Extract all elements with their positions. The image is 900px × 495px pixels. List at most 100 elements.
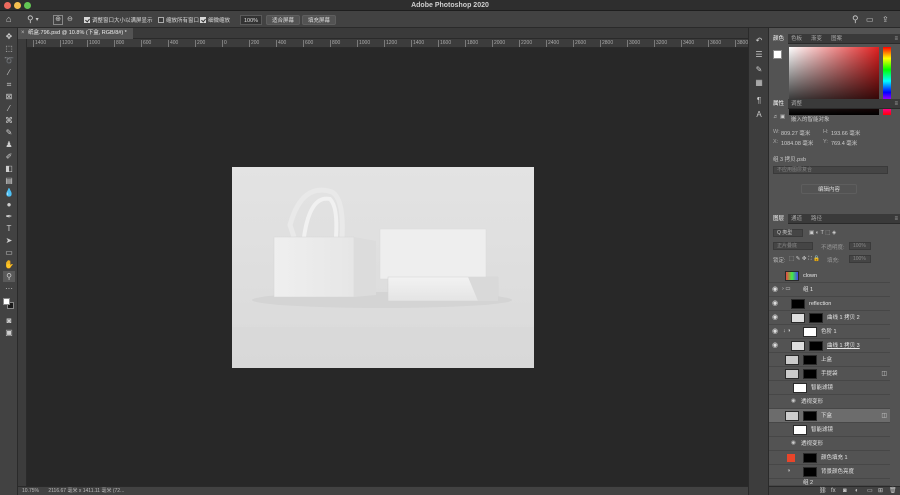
layer-comp-select[interactable]: 不应用图层复合 [773,166,888,174]
tab-color[interactable]: 颜色 [769,34,789,44]
brush-settings-button[interactable]: ✎ [754,65,764,75]
move-tool[interactable]: ✥ [3,31,15,42]
blend-mode-select[interactable]: 正片叠底 [773,242,813,250]
swatches-button[interactable]: ▦ [754,78,764,88]
rectangle-tool[interactable]: ▭ [3,247,15,258]
layer-row[interactable]: ◉ ↓ ◑ 色阶 1 [769,325,890,339]
share-button[interactable]: ⇪ [882,14,889,25]
layer-row[interactable]: 手提袋 ◫ [769,367,890,381]
foreground-color-swatch[interactable] [3,298,10,305]
layer-row[interactable]: clown [769,269,890,283]
home-button[interactable]: ⌂ [6,14,11,25]
quick-mask-button[interactable]: ◙ [3,315,15,326]
new-group-icon[interactable]: ▭ [867,487,873,495]
tab-adjustments[interactable]: 调整 [787,99,806,109]
canvas-area[interactable] [27,48,748,486]
filter-eye-icon[interactable]: ◉ [791,440,796,446]
edit-contents-button[interactable]: 编辑内容 [801,184,857,194]
tab-gradients[interactable]: 渐变 [807,34,826,44]
properties-panel-button[interactable]: ☰ [754,50,764,60]
zoom-tool[interactable]: ⚲ [3,271,15,282]
zoom-in-button[interactable]: ⊕ [53,14,63,25]
tab-paths[interactable]: 路径 [807,214,826,224]
scrubby-zoom-checkbox[interactable]: 细微缩放 [200,14,230,25]
visibility-eye-icon[interactable]: ◉ [771,328,779,336]
lock-icons[interactable]: ⬚ ✎ ✥ ⛶ 🔒 [789,256,820,263]
history-panel-button[interactable]: ↶ [754,36,764,46]
pen-tool[interactable]: ✒ [3,211,15,222]
fx-icon[interactable]: fx [831,487,836,495]
eyedropper-tool[interactable]: ⁄ [3,103,15,114]
adjustment-layer-icon[interactable]: ◐ [855,487,859,495]
width-value[interactable]: 809.27 毫米 [781,129,810,137]
layer-row[interactable]: ◉ reflection [769,297,890,311]
fill-screen-button[interactable]: 填充屏幕 [302,14,337,25]
document-canvas[interactable] [232,167,534,368]
clone-stamp-tool[interactable]: ♟ [3,139,15,150]
hand-tool[interactable]: ✋ [3,259,15,270]
tab-channels[interactable]: 通道 [787,214,806,224]
link-layers-icon[interactable]: ⛓ [819,487,827,495]
character-button[interactable]: A [754,110,764,120]
vertical-ruler[interactable] [18,39,27,486]
color-swatches[interactable] [3,298,15,309]
layer-row[interactable]: 上盒 [769,353,890,367]
layer-filter-select[interactable]: Q 类型 [773,229,803,237]
layer-row[interactable]: ◉ 曲线 1 拷贝 2 [769,311,890,325]
layer-row[interactable]: 智能滤镜 [769,423,890,437]
trash-icon[interactable]: 🗑 [889,487,897,495]
foreground-swatch[interactable] [773,50,782,59]
crop-tool[interactable]: ⌗ [3,79,15,90]
history-brush-tool[interactable]: ✐ [3,151,15,162]
lasso-tool[interactable]: ➰ [3,55,15,66]
dodge-tool[interactable]: ● [3,199,15,210]
type-tool[interactable]: T [3,223,15,234]
opacity-field[interactable]: 100% [849,242,871,250]
layer-row[interactable]: ◉ › ▭ 组 1 [769,283,890,297]
layer-row[interactable]: 颜色填充 1 [769,451,890,465]
fill-field[interactable]: 100% [849,255,871,263]
brush-tool[interactable]: ✎ [3,127,15,138]
status-zoom[interactable]: 10.75% [22,488,39,494]
layer-row[interactable]: ◉ 透视变形 [769,437,890,451]
height-value[interactable]: 193.66 毫米 [831,129,860,137]
path-selection-tool[interactable]: ➤ [3,235,15,246]
new-layer-icon[interactable]: ⊞ [878,487,883,495]
tab-swatches[interactable]: 色板 [787,34,806,44]
document-tab[interactable]: × 纸盒.796.psd @ 10.8% (下盒, RGB/8#) * [18,28,133,39]
layer-row[interactable]: 组 2 [769,479,890,486]
y-value[interactable]: 769.4 毫米 [831,139,857,147]
frame-tool[interactable]: ⊠ [3,91,15,102]
gradient-tool[interactable]: ▤ [3,175,15,186]
layer-filter-icons[interactable]: ▣ ◐ T ⬚ ◈ [809,230,836,236]
layer-row[interactable]: ◉ 透视变形 [769,395,890,409]
fit-screen-button[interactable]: 适合屏幕 [266,14,301,25]
close-tab-icon[interactable]: × [21,28,25,39]
layer-row-selected[interactable]: 下盒 ◫ [769,409,890,423]
zoom-tool-preset[interactable]: ⚲ ▾ [27,14,39,25]
workspace-button[interactable]: ▭ [866,14,874,25]
x-value[interactable]: 1084.08 毫米 [781,139,813,147]
blur-tool[interactable]: 💧 [3,187,15,198]
add-mask-icon[interactable]: ◙ [843,487,847,495]
visibility-eye-icon[interactable]: ◉ [771,342,779,350]
more-tools[interactable]: ··· [3,283,15,294]
tab-properties[interactable]: 属性 [769,99,789,109]
visibility-eye-icon[interactable]: ◉ [771,286,779,294]
horizontal-ruler[interactable]: 1400 1200 1000 800 600 400 200 0 200 400 600 800 100… [27,39,748,48]
status-doc-info[interactable]: 2116.67 毫米 x 1411.11 毫米 (72... [48,488,124,494]
layer-row[interactable]: 智能滤镜 [769,381,890,395]
eraser-tool[interactable]: ◧ [3,163,15,174]
panel-menu-icon[interactable]: ≡ [894,34,898,44]
tab-patterns[interactable]: 图案 [827,34,846,44]
visibility-eye-icon[interactable]: ◉ [771,300,779,308]
visibility-eye-icon[interactable]: ◉ [771,314,779,322]
filter-eye-icon[interactable]: ◉ [791,398,796,404]
tab-layers[interactable]: 图层 [769,214,789,224]
zoom-out-button[interactable]: ⊖ [67,14,73,25]
layer-row[interactable]: ◉ 曲线 1 拷贝 3 [769,339,890,353]
screen-mode-button[interactable]: ▣ [3,327,15,338]
panel-menu-icon[interactable]: ≡ [894,99,898,109]
resize-windows-checkbox[interactable]: 调整窗口大小以满屏显示 [84,14,153,25]
layer-row[interactable]: ◑ 背景颜色亮度 [769,465,890,479]
